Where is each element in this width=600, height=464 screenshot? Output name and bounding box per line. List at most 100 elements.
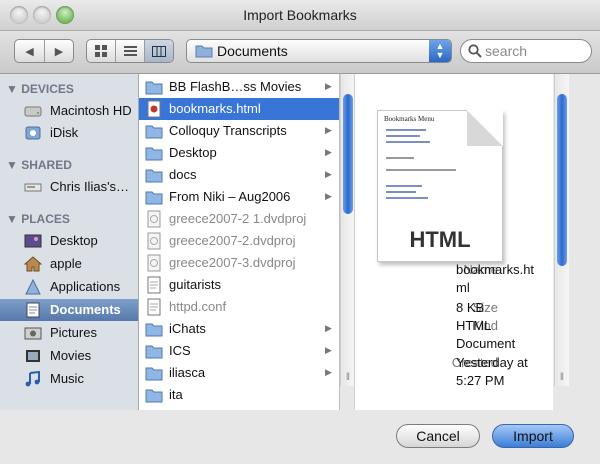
folder-icon: [145, 188, 163, 206]
sidebar-item-applications[interactable]: Applications: [0, 276, 138, 298]
file-row[interactable]: From Niki – Aug2006 ▶: [139, 186, 339, 208]
disclosure-arrow-icon: ▶: [325, 147, 332, 157]
info-value: ml: [456, 280, 470, 295]
html-file-icon: [145, 100, 163, 118]
file-row[interactable]: ita: [139, 384, 339, 406]
disclosure-arrow-icon: ▶: [325, 191, 332, 201]
file-name: httpd.conf: [169, 299, 227, 314]
folder-icon: [145, 122, 163, 140]
preview-line: [386, 135, 420, 137]
file-name: docs: [169, 167, 197, 182]
icon-view-button[interactable]: [87, 40, 116, 62]
sidebar-item-documents[interactable]: Documents: [0, 299, 138, 321]
file-row[interactable]: greece2007-3.dvdproj: [139, 252, 339, 274]
icon-view-icon: [94, 45, 107, 57]
popup-arrows-icon: ▲ ▼: [429, 40, 451, 62]
shared-header[interactable]: ▼ SHARED: [6, 158, 72, 172]
preview-line: [386, 157, 414, 159]
dvd-project-icon: [145, 232, 163, 250]
home-icon: [24, 256, 42, 272]
pictures-icon: [24, 327, 42, 340]
disclosure-arrow-icon: ▶: [325, 169, 332, 179]
file-column: BB FlashB…ss Movies ▶ bookmarks.html Colloq…: [139, 74, 340, 410]
file-column-scrollbar[interactable]: ‖: [340, 74, 355, 386]
toolbar: ◀ ▶ Documents ▲ ▼ search: [0, 31, 600, 74]
sidebar-item-movies[interactable]: Movies: [0, 345, 138, 367]
dvd-project-icon: [145, 254, 163, 272]
hard-drive-icon: [24, 106, 42, 117]
sidebar-item-music[interactable]: Music: [0, 368, 138, 390]
file-name: ita: [169, 387, 183, 402]
sidebar: ▼ DEVICES Macintosh HD iDisk ▼ SHARED Ch…: [0, 74, 139, 410]
back-button[interactable]: ◀: [15, 40, 45, 62]
devices-header[interactable]: ▼ DEVICES: [6, 82, 74, 96]
places-header[interactable]: ▼ PLACES: [6, 212, 70, 226]
file-name: greece2007-3.dvdproj: [169, 255, 296, 270]
sidebar-item-idisk[interactable]: iDisk: [0, 122, 138, 144]
file-name: iChats: [169, 321, 206, 336]
file-row[interactable]: docs ▶: [139, 164, 339, 186]
file-name: bookmarks.html: [169, 101, 261, 116]
disclosure-arrow-icon: ▶: [325, 367, 332, 377]
location-popup[interactable]: Documents ▲ ▼: [186, 39, 452, 63]
disclosure-arrow-icon: ▶: [325, 345, 332, 355]
file-column-scroll-thumb[interactable]: [343, 94, 353, 214]
preview-line: [386, 191, 416, 193]
file-row[interactable]: ICS ▶: [139, 340, 339, 362]
applications-icon: [25, 279, 41, 295]
sidebar-item-apple[interactable]: apple: [0, 253, 138, 275]
desktop-icon: [24, 234, 42, 248]
title-bar: Import Bookmarks: [0, 0, 600, 31]
list-view-icon: [123, 45, 137, 56]
file-row[interactable]: greece2007-2.dvdproj: [139, 230, 339, 252]
preview-scrollbar[interactable]: ‖: [554, 74, 569, 386]
disclosure-arrow-icon: ▶: [325, 323, 332, 333]
forward-button[interactable]: ▶: [45, 40, 73, 62]
file-row[interactable]: Colloquy Transcripts ▶: [139, 120, 339, 142]
sidebar-item-pictures[interactable]: Pictures: [0, 322, 138, 344]
file-name: guitarists: [169, 277, 222, 292]
folder-icon: [145, 166, 163, 184]
search-field[interactable]: search: [460, 39, 592, 63]
file-name: BB FlashB…ss Movies: [169, 79, 302, 94]
import-button[interactable]: Import: [492, 424, 574, 448]
file-row[interactable]: Desktop ▶: [139, 142, 339, 164]
file-name: ICS: [169, 343, 191, 358]
file-row[interactable]: iChats ▶: [139, 318, 339, 340]
folder-icon: [145, 320, 163, 338]
column-view-button[interactable]: [145, 40, 173, 62]
preview-line: [386, 185, 422, 187]
disclosure-arrow-icon: ▶: [325, 81, 332, 91]
list-view-button[interactable]: [116, 40, 145, 62]
preview-doc-title: Bookmarks Menu: [384, 115, 435, 123]
file-row[interactable]: greece2007-2 1.dvdproj: [139, 208, 339, 230]
search-icon: [468, 44, 482, 58]
sidebar-item-macintosh-hd[interactable]: Macintosh HD: [0, 100, 138, 122]
file-row[interactable]: httpd.conf: [139, 296, 339, 318]
file-name: iliasca: [169, 365, 206, 380]
sidebar-item-chris-ilias[interactable]: Chris Ilias's…: [0, 176, 138, 198]
html-badge: HTML: [409, 227, 471, 252]
folder-icon: [195, 45, 213, 58]
folder-icon: [145, 78, 163, 96]
file-name: From Niki – Aug2006: [169, 189, 291, 204]
back-forward-control: ◀ ▶: [14, 39, 74, 63]
file-name: Colloquy Transcripts: [169, 123, 287, 138]
file-name: Desktop: [169, 145, 217, 160]
file-row[interactable]: bookmarks.html: [139, 98, 339, 120]
preview-resize-grip-icon[interactable]: ‖: [555, 372, 569, 383]
cancel-button[interactable]: Cancel: [396, 424, 480, 448]
sidebar-item-desktop[interactable]: Desktop: [0, 230, 138, 252]
idisk-icon: [25, 126, 41, 140]
column-resize-grip-icon[interactable]: ‖: [341, 372, 355, 383]
folder-icon: [145, 342, 163, 360]
view-mode-control: [86, 39, 174, 63]
info-value: 8 KB: [456, 300, 485, 315]
document-icon: [145, 276, 163, 294]
preview-scroll-thumb[interactable]: [557, 94, 567, 266]
document-icon: [145, 298, 163, 316]
back-arrow-icon: ◀: [25, 45, 34, 58]
file-row[interactable]: BB FlashB…ss Movies ▶: [139, 76, 339, 98]
file-row[interactable]: iliasca ▶: [139, 362, 339, 384]
file-row[interactable]: guitarists: [139, 274, 339, 296]
